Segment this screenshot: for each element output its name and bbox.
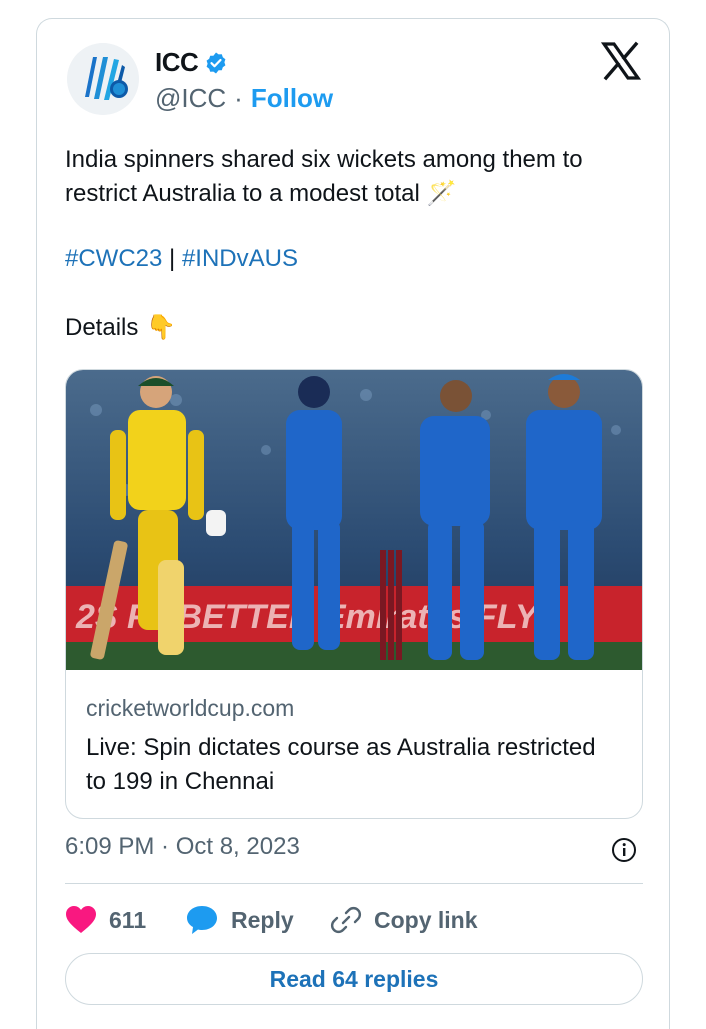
cricket-photo: 2S FL BETTER Emirates FLY — [66, 370, 642, 670]
author-name-row: ICC — [155, 47, 228, 78]
heart-icon — [66, 906, 96, 933]
author-handle[interactable]: @ICC — [155, 83, 226, 114]
likes-count: 611 — [109, 906, 147, 933]
pointing-down-emoji: 👇 — [146, 314, 177, 341]
like-button[interactable]: 611 — [65, 905, 185, 935]
link-domain: cricketworldcup.com — [86, 695, 295, 721]
timestamp[interactable]: 6:09 PM · Oct 8, 2023 — [65, 833, 300, 861]
reply-bubble-icon — [187, 906, 217, 934]
details-line: Details 👇 — [65, 313, 176, 342]
link-title: Live: Spin dictates course as Australia … — [86, 731, 626, 799]
hashtag-indvaus[interactable]: #INDvAUS — [182, 245, 298, 272]
tweet-line-2: restrict Australia to a modest total — [65, 180, 420, 207]
hashtag-cwc23[interactable]: #CWC23 — [65, 245, 162, 272]
hashtag-separator: | — [169, 245, 176, 272]
handle-row: @ICC · Follow — [155, 83, 333, 114]
tweet-text: India spinners shared six wickets among … — [65, 143, 645, 211]
avatar[interactable] — [67, 43, 139, 115]
follow-button[interactable]: Follow — [251, 83, 333, 114]
copy-link-label: Copy link — [374, 906, 478, 933]
hashtags: #CWC23 | #INDvAUS — [65, 245, 298, 273]
read-replies-button[interactable]: Read 64 replies — [65, 953, 643, 1005]
author-name[interactable]: ICC — [155, 47, 199, 78]
link-title-line-1: Live: Spin dictates course as Australia … — [86, 734, 596, 761]
icc-logo-icon — [67, 43, 139, 115]
handle-separator: · — [234, 83, 243, 113]
info-icon[interactable] — [611, 837, 637, 863]
magic-wand-emoji: 🪄 — [426, 180, 457, 207]
link-preview-card[interactable]: 2S FL BETTER Emirates FLY — [65, 369, 643, 819]
verified-badge-icon — [206, 52, 226, 73]
tweet-card: ICC @ICC · Follow India spinners shared … — [36, 18, 670, 1029]
reply-label: Reply — [231, 906, 294, 933]
link-title-line-2: to 199 in Chennai — [86, 768, 275, 795]
tweet-line-1: India spinners shared six wickets among … — [65, 146, 583, 173]
copy-link-button[interactable]: Copy link — [330, 904, 478, 936]
details-label: Details — [65, 313, 139, 341]
reply-button[interactable]: Reply — [185, 904, 330, 936]
divider — [65, 883, 643, 884]
x-logo-icon[interactable] — [601, 41, 641, 81]
link-icon — [330, 906, 362, 934]
action-bar: 611 Reply Copy link — [65, 903, 478, 937]
